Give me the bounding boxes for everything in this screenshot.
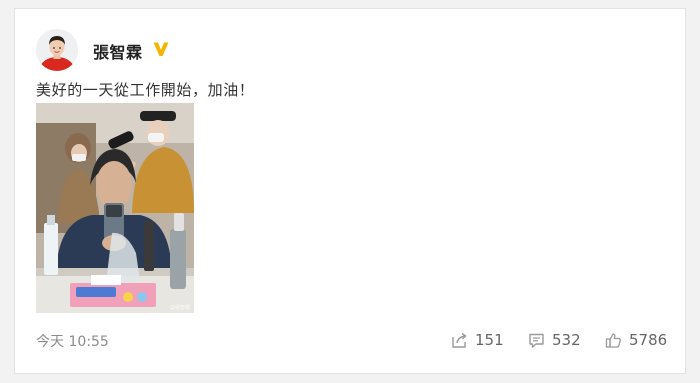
repost-button[interactable]: 151 <box>451 331 504 349</box>
comment-button[interactable]: 532 <box>528 331 581 349</box>
post-timestamp[interactable]: 今天 10:55 <box>36 331 109 351</box>
repost-count: 151 <box>475 331 504 349</box>
comment-count: 532 <box>552 331 581 349</box>
author-name[interactable]: 張智霖 <box>93 39 143 63</box>
avatar[interactable] <box>36 29 78 71</box>
weibo-post-card: 張智霖 美好的一天從工作開始，加油！ @張智霖 今天 10:55 151 532… <box>14 8 686 374</box>
share-icon <box>452 332 467 348</box>
comment-icon <box>529 333 544 348</box>
verified-badge-icon <box>152 40 170 58</box>
photo-image <box>36 103 194 313</box>
thumbs-up-icon <box>605 332 621 348</box>
photo-watermark: @張智霖 <box>169 305 190 311</box>
post-photo[interactable]: @張智霖 <box>36 103 194 313</box>
like-count: 5786 <box>629 331 668 349</box>
post-text: 美好的一天從工作開始，加油！ <box>36 81 255 99</box>
avatar-image <box>36 29 78 71</box>
like-button[interactable]: 5786 <box>605 331 667 349</box>
